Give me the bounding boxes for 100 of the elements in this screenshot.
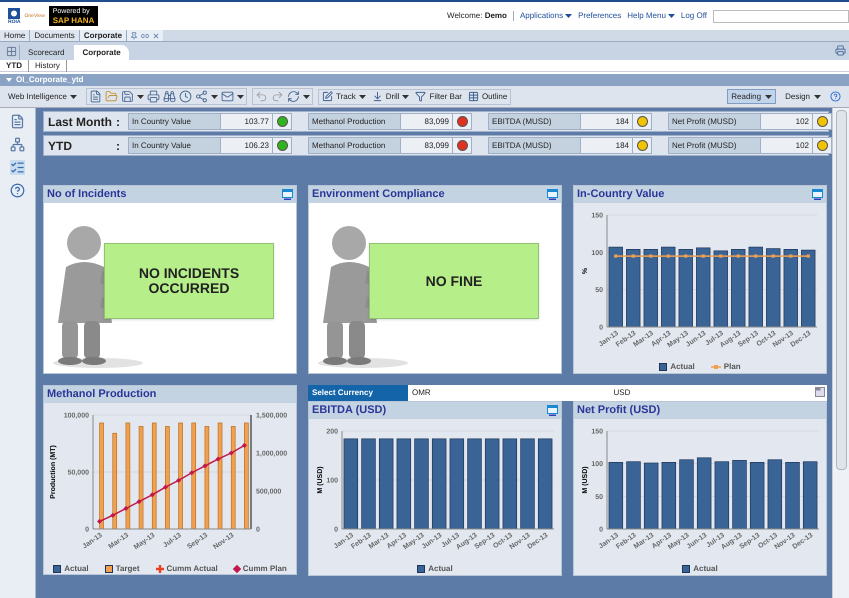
binoculars-icon[interactable] bbox=[163, 90, 176, 103]
hierarchy-icon[interactable] bbox=[10, 137, 25, 152]
window-icon[interactable] bbox=[547, 189, 558, 200]
legend-label: Actual bbox=[428, 563, 453, 575]
legend-marker bbox=[710, 364, 721, 370]
point bbox=[202, 463, 208, 468]
legend-swatch bbox=[659, 363, 668, 371]
legend-marker bbox=[156, 565, 164, 573]
legend-label: Actual bbox=[64, 563, 89, 575]
save-icon[interactable] bbox=[121, 90, 134, 103]
bar bbox=[785, 462, 800, 530]
refresh-icon[interactable] bbox=[287, 90, 300, 103]
toolbar-button[interactable]: Filter Bar bbox=[415, 90, 462, 102]
header-link[interactable]: Preferences bbox=[578, 10, 622, 22]
legend-label: Cumm Actual bbox=[166, 563, 218, 575]
currency-label: Select Currency bbox=[308, 385, 408, 401]
search-field[interactable] bbox=[713, 10, 849, 22]
window-icon[interactable] bbox=[547, 405, 558, 416]
legend-label: Actual bbox=[693, 563, 718, 575]
caret-icon bbox=[565, 14, 572, 18]
point bbox=[97, 518, 102, 524]
legend-swatch bbox=[417, 565, 426, 573]
point bbox=[242, 442, 247, 448]
point bbox=[228, 450, 234, 456]
caret-icon bbox=[814, 94, 821, 98]
legend-label: Target bbox=[116, 563, 140, 575]
checklist-icon[interactable] bbox=[10, 160, 25, 175]
point bbox=[150, 492, 155, 498]
folder-icon[interactable] bbox=[105, 90, 118, 103]
legend-marker bbox=[232, 564, 242, 574]
kpi-value: 83,099 bbox=[401, 138, 453, 153]
mail-icon[interactable] bbox=[221, 90, 234, 103]
close-icon[interactable] bbox=[152, 32, 160, 40]
bar bbox=[644, 462, 658, 530]
window-icon[interactable] bbox=[282, 189, 293, 200]
panel-title: EBITDA (USD) bbox=[312, 403, 386, 418]
pen-icon bbox=[322, 91, 333, 102]
kpi-value: 184 bbox=[581, 114, 633, 129]
kpi-name: EBITDA (MUSD) bbox=[489, 114, 581, 129]
kpi-value: 102 bbox=[761, 114, 813, 129]
kpi-value: 184 bbox=[581, 138, 633, 153]
grid-icon[interactable] bbox=[6, 46, 17, 57]
caret-icon bbox=[402, 94, 410, 98]
caret-icon bbox=[211, 94, 218, 98]
mode-button[interactable]: Design bbox=[781, 89, 825, 104]
kpi-name: EBITDA (MUSD) bbox=[489, 138, 581, 153]
panel-title: In-Country Value bbox=[577, 187, 664, 202]
clock-icon[interactable] bbox=[179, 90, 192, 103]
new-document-icon[interactable] bbox=[89, 90, 102, 103]
printer-icon[interactable] bbox=[835, 45, 846, 56]
window-icon[interactable] bbox=[812, 189, 823, 200]
toolbar-button[interactable]: Track bbox=[322, 90, 366, 102]
header-link[interactable]: Applications bbox=[520, 10, 572, 22]
bar bbox=[679, 459, 694, 530]
bar bbox=[662, 462, 676, 530]
kpi-name: Methanol Production bbox=[309, 138, 401, 153]
bar bbox=[732, 460, 747, 530]
bar bbox=[626, 461, 641, 530]
bar bbox=[802, 461, 818, 530]
menu-button[interactable]: Web Intelligence bbox=[8, 90, 81, 102]
currency-option[interactable]: OMR bbox=[408, 387, 610, 399]
scrollbar[interactable] bbox=[832, 108, 849, 598]
point bbox=[176, 478, 182, 483]
point bbox=[123, 506, 128, 512]
kpi-value: 102 bbox=[761, 138, 813, 153]
point bbox=[216, 456, 221, 462]
help-icon[interactable] bbox=[830, 91, 841, 102]
currency-option[interactable]: USD bbox=[610, 387, 811, 399]
panel-title: Net Profit (USD) bbox=[577, 403, 660, 418]
sign-board: NO INCIDENTS OCCURRED bbox=[104, 243, 274, 319]
toolbar-button[interactable]: Outline bbox=[468, 90, 508, 102]
app-tab[interactable]: Corporate bbox=[80, 30, 128, 41]
point bbox=[136, 499, 142, 504]
caret-icon bbox=[137, 94, 144, 98]
filter-icon bbox=[415, 91, 426, 102]
logo-icon bbox=[8, 8, 20, 18]
kpi-value: 106.23 bbox=[221, 138, 273, 153]
app-tab[interactable]: Home bbox=[0, 30, 30, 41]
app-tab[interactable]: Documents bbox=[30, 30, 80, 41]
mode-button[interactable]: Reading bbox=[727, 89, 776, 104]
kpi-name: Net Profit (MUSD) bbox=[669, 138, 761, 153]
link-icon[interactable] bbox=[141, 32, 150, 40]
help-icon[interactable] bbox=[10, 183, 25, 198]
printer-icon[interactable] bbox=[147, 90, 160, 103]
panel-title: Methanol Production bbox=[47, 387, 156, 402]
share-icon[interactable] bbox=[195, 90, 208, 103]
pin-icon[interactable] bbox=[130, 32, 138, 40]
collapse-icon[interactable] bbox=[6, 78, 12, 82]
header-link[interactable]: Log Off bbox=[680, 10, 707, 22]
toolbar-button[interactable]: Drill bbox=[372, 90, 410, 102]
point bbox=[110, 512, 116, 518]
bar bbox=[714, 461, 730, 530]
document-tab[interactable]: Corporate bbox=[74, 45, 129, 60]
legend-label: Plan bbox=[724, 361, 741, 373]
caret-icon bbox=[765, 94, 772, 98]
document-title: OI_Corporate_ytd bbox=[16, 74, 84, 86]
header-link[interactable]: Help Menu bbox=[627, 10, 675, 22]
separator-text: : bbox=[116, 138, 120, 154]
panel-title: Environment Compliance bbox=[312, 187, 445, 202]
document-icon[interactable] bbox=[10, 114, 25, 129]
